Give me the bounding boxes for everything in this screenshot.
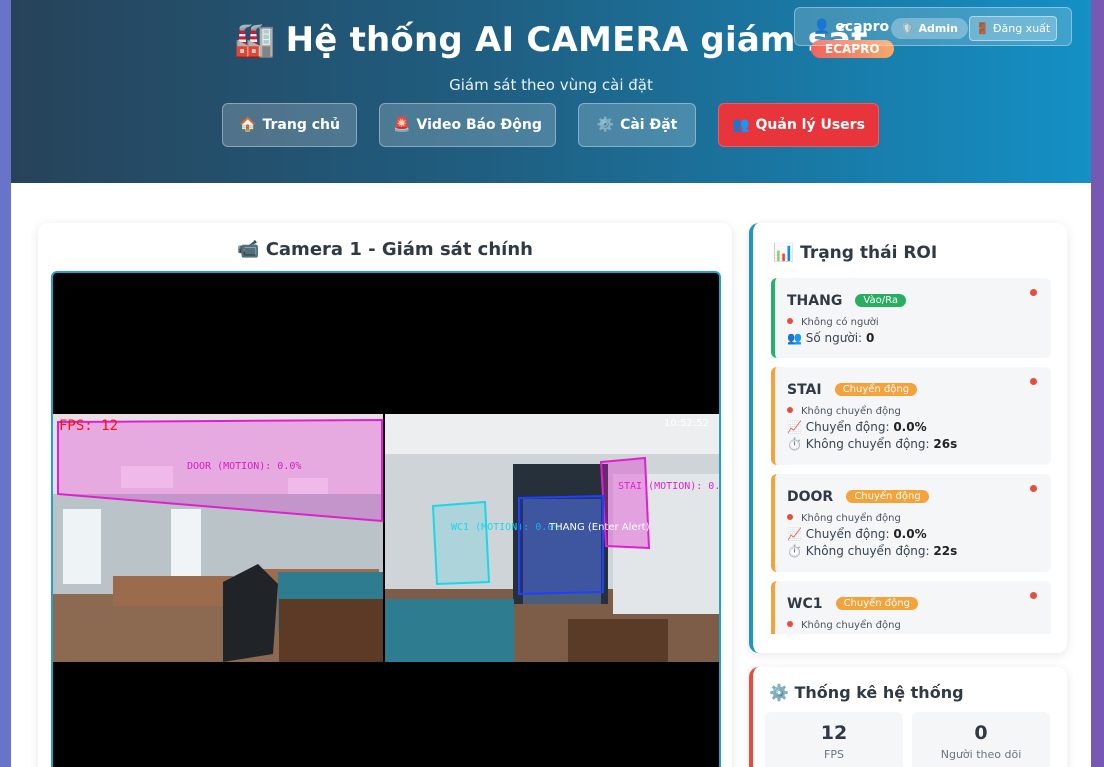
stat-value: 12 [820,722,848,744]
roi-type-badge: Chuyển động [834,383,918,396]
nav-alarm-video-button[interactable]: 🚨 Video Báo Động [379,103,556,147]
roi-name: WC1 [787,596,823,612]
roi-type-badge: Chuyển động [835,597,918,610]
stai-roi-label: STAI (MOTION): 0.0% [618,481,719,492]
timestamp-overlay: 10:52:52 [664,418,709,429]
user-name: 👤 ecapro [813,19,890,35]
video-camera-icon: 📹 [237,239,260,260]
roi-type-badge: Chuyển động [846,490,929,503]
nav-home-button[interactable]: 🏠 Trang chủ [222,103,357,147]
user-box: 👤 ecapro 🛡️ Admin 🚪 Đăng xuất [794,7,1072,46]
camera-video-feed[interactable]: DOOR (MOTION): 0.0% STAI (MOTION): 0.0% … [51,271,721,767]
roi-status: Không chuyển động [787,620,1051,631]
people-icon: 👥 [787,331,802,345]
role-badge: 🛡️ Admin [891,18,968,39]
house-icon: 🏠 [239,117,257,133]
stat-tracked-people: 0 Người theo dõi [912,712,1050,767]
fps-overlay: FPS: 12 [59,418,118,434]
door-roi-label: DOOR (MOTION): 0.0% [187,461,301,472]
stat-label: Người theo dõi [940,748,1022,761]
roi-name: DOOR [787,489,834,505]
camera-card: 📹 Camera 1 - Giám sát chính DOOR (MOTION… [38,223,732,767]
bar-chart-icon: 📊 [773,243,795,263]
nav-settings-button[interactable]: ⚙️ Cài Đặt [578,103,696,147]
roi-status-card: 📊 Trạng thái ROI THANG Vào/Ra Không có n… [749,223,1067,653]
roi-item-wc1: WC1 Chuyển động Không chuyển động [771,581,1051,634]
page-subtitle: Giám sát theo vùng cài đặt [449,76,653,94]
roi-status: Không chuyển động [787,513,1051,524]
trend-icon: 📈 [787,420,802,434]
camera-frame: DOOR (MOTION): 0.0% STAI (MOTION): 0.0% … [53,414,719,662]
roi-status: Không có người [787,317,1051,328]
roi-people-count: 👥 Số người: 0 [787,331,875,345]
roi-item-door: DOOR Chuyển động Không chuyển động 📈 Chu… [771,474,1051,572]
stat-fps: 12 FPS [765,712,903,767]
status-dot [1030,378,1037,385]
siren-icon: 🚨 [393,117,411,133]
thang-roi-label: THANG (Enter Alert) [548,522,650,533]
header-banner: 🏭 Hệ thống AI CAMERA giám sát ECAPRO Giám… [11,0,1091,183]
roi-motion-value: 📈 Chuyển động: 0.0% [787,420,927,434]
factory-icon: 🏭 [234,20,276,59]
status-dot [1030,289,1037,296]
roi-idle-time: ⏱️ Không chuyển động: 22s [787,544,958,558]
roi-name: THANG [787,293,843,309]
system-stats-card: ⚙️ Thống kê hệ thống 12 FPS 0 Người theo… [749,667,1067,767]
stat-value: 0 [974,722,988,744]
users-icon: 👥 [732,117,750,133]
trend-icon: 📈 [787,527,802,541]
user-icon: 👤 [813,19,831,35]
roi-status: Không chuyển động [787,406,1051,417]
system-stats-title: ⚙️ Thống kê hệ thống [769,683,964,702]
page: 🏭 Hệ thống AI CAMERA giám sát ECAPRO Giám… [11,0,1091,767]
roi-item-thang: THANG Vào/Ra Không có người 👥 Số người: … [771,278,1051,358]
roi-motion-value: 📈 Chuyển động: 0.0% [787,527,927,541]
shield-icon: 🛡️ [901,22,915,35]
stopwatch-icon: ⏱️ [787,437,802,451]
status-dot [1030,485,1037,492]
stopwatch-icon: ⏱️ [787,544,802,558]
gear-icon: ⚙️ [769,683,789,702]
roi-idle-time: ⏱️ Không chuyển động: 26s [787,437,958,451]
stat-label: FPS [824,748,844,761]
door-icon: 🚪 [975,22,990,35]
roi-list[interactable]: THANG Vào/Ra Không có người 👥 Số người: … [771,278,1051,634]
roi-item-stai: STAI Chuyển động Không chuyển động 📈 Chu… [771,367,1051,465]
nav-users-button[interactable]: 👥 Quản lý Users [718,103,879,147]
logout-button[interactable]: 🚪 Đăng xuất [969,16,1057,41]
roi-name: STAI [787,382,822,398]
gear-icon: ⚙️ [596,117,615,133]
camera-title: 📹 Camera 1 - Giám sát chính [237,239,533,260]
status-dot [1030,592,1037,599]
roi-type-badge: Vào/Ra [855,294,906,307]
roi-panel-title: 📊 Trạng thái ROI [773,243,938,263]
